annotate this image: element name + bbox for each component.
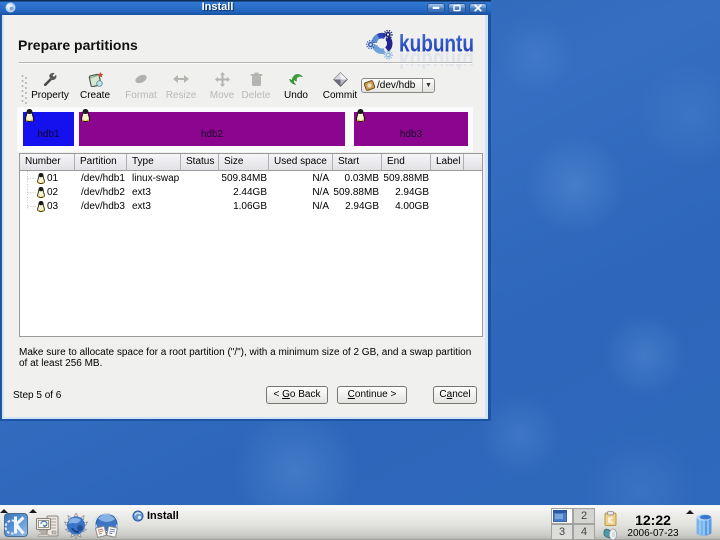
svg-text:kubuntu: kubuntu [399,47,474,69]
